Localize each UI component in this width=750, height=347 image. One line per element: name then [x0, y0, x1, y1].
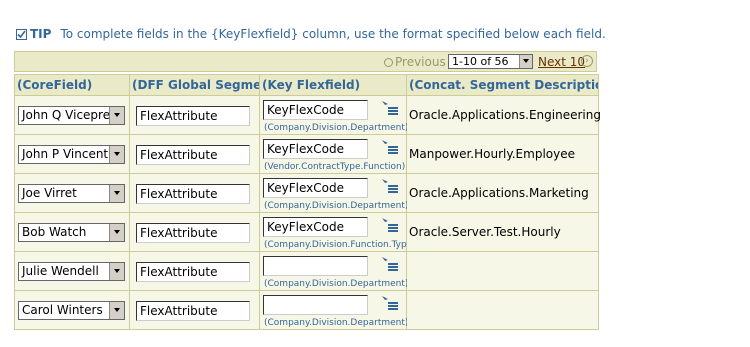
kff-input[interactable]: KeyFlexCode — [263, 178, 368, 198]
core-field-cell: Julie Wendell — [14, 251, 130, 291]
chevron-down-icon[interactable] — [109, 224, 124, 241]
core-field-value: Bob Watch — [22, 225, 87, 239]
table-row: Julie Wendell FlexAttribute (Company.Div… — [14, 251, 599, 291]
previous-link: Previous — [384, 55, 446, 69]
record-range-select[interactable]: 1-10 of 56 — [448, 54, 533, 69]
kff-input[interactable]: KeyFlexCode — [263, 217, 368, 237]
desc-cell: Oracle.Server.Test.Hourly — [406, 212, 599, 252]
dff-cell: FlexAttribute — [129, 134, 260, 174]
chevron-down-icon[interactable] — [109, 263, 124, 280]
core-field-select[interactable]: Carol Winters — [18, 301, 125, 320]
chevron-down-icon[interactable] — [109, 302, 124, 319]
core-field-cell: Carol Winters — [14, 290, 130, 330]
kff-input[interactable]: KeyFlexCode — [263, 139, 368, 159]
checkbox-tip-icon — [16, 28, 27, 40]
desc-cell: Manpower.Hourly.Employee — [406, 134, 599, 174]
concat-description: Oracle.Server.Test.Hourly — [409, 225, 561, 239]
core-field-cell: Joe Virret — [14, 173, 130, 213]
dff-cell: FlexAttribute — [129, 173, 260, 213]
tip-label: TIP — [30, 27, 52, 41]
chevron-down-icon[interactable] — [109, 107, 124, 124]
record-range-value: 1-10 of 56 — [452, 55, 509, 68]
flexfield-lov-icon[interactable] — [381, 295, 399, 311]
core-field-value: John Q Viceprez — [22, 108, 117, 122]
dff-input[interactable]: FlexAttribute — [136, 223, 250, 243]
table-header-row: (CoreField) (DFF Global Segment) (Key Fl… — [14, 74, 599, 96]
kff-structure-hint: (Company.Division.Function.Type) — [264, 240, 416, 250]
core-field-cell: John P Vincent — [14, 134, 130, 174]
table-row: Carol Winters FlexAttribute (Company.Div… — [14, 290, 599, 330]
dff-input[interactable]: FlexAttribute — [136, 145, 250, 165]
dff-cell: FlexAttribute — [129, 212, 260, 252]
kff-cell: KeyFlexCode (Vendor.ContractType.Function… — [259, 134, 407, 174]
flexfield-lov-icon[interactable] — [381, 100, 399, 116]
dff-cell: FlexAttribute — [129, 95, 260, 135]
concat-description: Manpower.Hourly.Employee — [409, 147, 575, 161]
next-arrow-icon[interactable]: › — [581, 55, 593, 67]
header-key-flexfield: (Key Flexfield) — [259, 74, 407, 96]
previous-label: Previous — [395, 55, 446, 69]
tip-text: To complete fields in the {KeyFlexfield}… — [60, 27, 606, 41]
header-concat-segment-descriptions: (Concat. Segment Descriptions) — [406, 74, 599, 96]
kff-structure-hint: (Vendor.ContractType.Function) — [264, 162, 406, 172]
dff-cell: FlexAttribute — [129, 290, 260, 330]
kff-cell: KeyFlexCode (Company.Division.Department) — [259, 173, 409, 213]
kff-cell: KeyFlexCode (Company.Division.Department) — [259, 95, 409, 135]
desc-cell — [406, 251, 599, 291]
core-field-cell: Bob Watch — [14, 212, 130, 252]
flexfield-lov-icon[interactable] — [381, 256, 399, 272]
core-field-select[interactable]: Bob Watch — [18, 223, 125, 242]
flexfield-lov-icon[interactable] — [381, 217, 399, 233]
flexfield-lov-icon[interactable] — [381, 178, 399, 194]
kff-cell: KeyFlexCode (Company.Division.Function.Ty… — [259, 212, 416, 252]
core-field-value: Julie Wendell — [22, 264, 99, 278]
header-core-field: (CoreField) — [14, 74, 130, 96]
kff-input[interactable] — [263, 256, 368, 276]
core-field-value: Carol Winters — [22, 303, 103, 317]
concat-description: Oracle.Applications.Engineering — [409, 108, 601, 122]
dff-input[interactable]: FlexAttribute — [136, 106, 250, 126]
chevron-down-icon[interactable] — [109, 146, 124, 163]
core-field-cell: John Q Viceprez — [14, 95, 130, 135]
previous-circle-icon — [384, 57, 393, 67]
concat-description: Oracle.Applications.Marketing — [409, 186, 589, 200]
desc-cell — [406, 290, 599, 330]
kff-input[interactable] — [263, 295, 368, 315]
header-dff-global-segment: (DFF Global Segment) — [129, 74, 260, 96]
desc-cell: Oracle.Applications.Engineering — [406, 95, 601, 135]
kff-structure-hint: (Company.Division.Department) — [264, 279, 409, 289]
core-field-value: Joe Virret — [22, 186, 77, 200]
kff-structure-hint: (Company.Division.Department) — [264, 201, 409, 211]
core-field-select[interactable]: John Q Viceprez — [18, 106, 125, 125]
chevron-down-icon[interactable] — [519, 55, 532, 68]
dff-input[interactable]: FlexAttribute — [136, 262, 250, 282]
kff-cell: (Company.Division.Department) — [259, 251, 409, 291]
kff-structure-hint: (Company.Division.Department) — [264, 318, 409, 328]
core-field-select[interactable]: John P Vincent — [18, 145, 125, 164]
core-field-select[interactable]: Julie Wendell — [18, 262, 125, 281]
core-field-select[interactable]: Joe Virret — [18, 184, 125, 203]
table-row: Joe Virret FlexAttribute KeyFlexCode (Com… — [14, 173, 599, 213]
kff-input[interactable]: KeyFlexCode — [263, 100, 368, 120]
flexfield-lov-icon[interactable] — [381, 139, 399, 155]
chevron-down-icon[interactable] — [109, 185, 124, 202]
tip-banner: TIP To complete fields in the {KeyFlexfi… — [16, 25, 606, 43]
dff-cell: FlexAttribute — [129, 251, 260, 291]
table-row: Bob Watch FlexAttribute KeyFlexCode (Comp… — [14, 212, 599, 252]
table-row: John Q Viceprez FlexAttribute KeyFlexCod… — [14, 95, 601, 135]
next-link[interactable]: Next 10 — [538, 55, 585, 69]
table-navigation-bar: Previous 1-10 of 56 Next 10 › — [14, 51, 597, 72]
core-field-value: John P Vincent — [22, 147, 109, 161]
table-row: John P Vincent FlexAttribute KeyFlexCode… — [14, 134, 599, 174]
flexfield-table: (CoreField) (DFF Global Segment) (Key Fl… — [14, 74, 601, 330]
dff-input[interactable]: FlexAttribute — [136, 301, 250, 321]
dff-input[interactable]: FlexAttribute — [136, 184, 250, 204]
kff-cell: (Company.Division.Department) — [259, 290, 409, 330]
desc-cell: Oracle.Applications.Marketing — [406, 173, 599, 213]
kff-structure-hint: (Company.Division.Department) — [264, 123, 409, 133]
